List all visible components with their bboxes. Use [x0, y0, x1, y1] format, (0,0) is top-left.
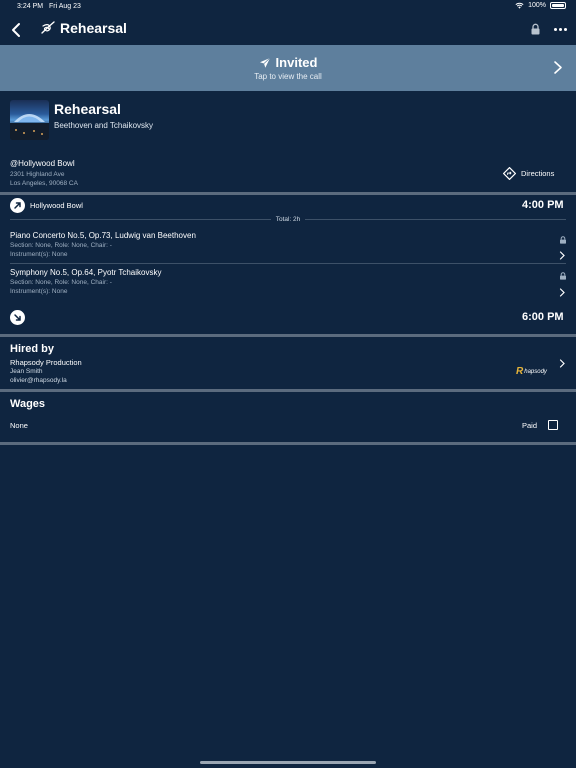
- section-divider: [0, 389, 576, 392]
- piece-section: Section: None, Role: None, Chair: -: [10, 279, 112, 286]
- wages-value: None: [10, 421, 28, 430]
- piece-instruments: Instrument(s): None: [10, 251, 68, 258]
- event-thumbnail: [10, 100, 49, 140]
- event-subtitle: Beethoven and Tchaikovsky: [54, 121, 154, 130]
- hired-email: olivier@rhapsody.la: [10, 377, 67, 384]
- banner-title-group: Invited: [0, 55, 576, 70]
- paper-plane-icon: [259, 57, 270, 68]
- hired-by-heading: Hired by: [10, 343, 55, 355]
- directions-icon: [503, 167, 516, 180]
- chevron-right-icon[interactable]: [559, 288, 566, 297]
- more-options-icon[interactable]: [554, 28, 567, 31]
- start-arrow-icon: [10, 198, 25, 213]
- wifi-icon: [515, 2, 524, 9]
- chevron-right-icon[interactable]: [553, 60, 563, 75]
- baton-icon: [41, 21, 55, 34]
- chevron-right-icon[interactable]: [559, 251, 566, 260]
- piece-instruments: Instrument(s): None: [10, 288, 68, 295]
- nav-title: Rehearsal: [60, 20, 127, 36]
- logo-mark: R: [516, 366, 524, 377]
- hired-company[interactable]: Rhapsody Production: [10, 358, 82, 367]
- paid-label: Paid: [522, 421, 538, 430]
- paid-checkbox[interactable]: [548, 420, 558, 430]
- lock-icon: [560, 236, 566, 244]
- nav-title-group: Rehearsal: [40, 20, 127, 36]
- lock-icon[interactable]: [530, 23, 541, 35]
- end-arrow-icon: [10, 310, 25, 325]
- start-venue: Hollywood Bowl: [30, 201, 83, 210]
- home-indicator[interactable]: [200, 761, 376, 764]
- battery-icon: [550, 2, 566, 9]
- total-duration: Total: 2h: [0, 216, 576, 223]
- banner-title: Invited: [275, 55, 318, 70]
- start-time: 4:00 PM: [522, 199, 564, 211]
- venue-name: @Hollywood Bowl: [10, 159, 75, 168]
- banner-subtitle: Tap to view the call: [254, 72, 322, 81]
- status-bar: 3:24 PM Fri Aug 23 100%: [0, 0, 576, 14]
- end-time: 6:00 PM: [522, 311, 564, 323]
- total-duration-label: Total: 2h: [270, 216, 306, 223]
- back-chevron-icon[interactable]: [10, 21, 24, 39]
- section-divider: [0, 442, 576, 445]
- venue-address-line1: 2301 Highland Ave: [10, 171, 65, 178]
- hired-contact: Jean Smith: [10, 368, 43, 375]
- status-date: Fri Aug 23: [49, 3, 81, 10]
- piece-divider: [10, 263, 566, 264]
- event-title: Rehearsal: [54, 101, 121, 117]
- directions-label: Directions: [521, 169, 555, 178]
- section-divider: [0, 334, 576, 337]
- directions-button[interactable]: Directions: [503, 167, 554, 180]
- rhapsody-logo: R hapsody: [516, 366, 547, 377]
- status-time: 3:24 PM: [17, 3, 44, 10]
- lock-icon: [560, 272, 566, 280]
- wages-heading: Wages: [10, 398, 46, 410]
- status-indicators: 100%: [515, 2, 566, 9]
- chevron-right-icon[interactable]: [559, 359, 566, 368]
- piece-section: Section: None, Role: None, Chair: -: [10, 242, 112, 249]
- battery-percent: 100%: [528, 2, 546, 9]
- piece-title[interactable]: Piano Concerto No.5, Op.73, Ludwig van B…: [10, 231, 196, 240]
- logo-text: hapsody: [524, 368, 547, 375]
- section-divider: [0, 192, 576, 195]
- piece-title[interactable]: Symphony No.5, Op.64, Pyotr Tchaikovsky: [10, 268, 161, 277]
- venue-address-line2: Los Angeles, 90068 CA: [10, 180, 78, 187]
- venue-image-icon: [10, 114, 49, 140]
